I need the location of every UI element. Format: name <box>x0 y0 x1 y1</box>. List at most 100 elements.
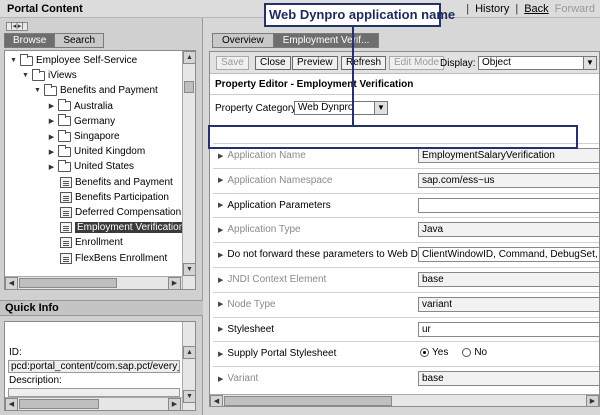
scroll-left-icon[interactable]: ◀ <box>5 277 18 289</box>
expand-right-icon[interactable]: ▶ <box>218 325 223 333</box>
tree-item[interactable]: ▶ Australia <box>47 99 113 114</box>
scroll-right-icon[interactable]: ▶ <box>168 277 181 289</box>
close-button[interactable]: Close <box>255 56 291 70</box>
radio-yes[interactable]: Yes <box>420 347 448 358</box>
id-field[interactable]: pcd:portal_content/com.sap.pct/every_use <box>8 360 180 373</box>
property-value-field[interactable]: EmploymentSalaryVerification <box>418 148 599 163</box>
expand-down-icon[interactable]: ▼ <box>33 86 42 95</box>
scroll-down-icon[interactable]: ▼ <box>183 390 196 403</box>
expand-right-icon[interactable]: ▶ <box>218 176 223 184</box>
chevron-down-icon[interactable]: ▼ <box>374 102 387 114</box>
property-name[interactable]: ▶ Stylesheet <box>218 324 274 335</box>
tree-item[interactable]: ▶ Singapore <box>47 129 120 144</box>
expand-right-icon[interactable]: ▶ <box>218 251 223 259</box>
radio-button-icon[interactable] <box>420 348 429 358</box>
tree-item[interactable]: ▶ United Kingdom <box>47 144 145 159</box>
tree-vertical-scrollbar[interactable]: ▲ ▼ <box>182 51 195 289</box>
save-button[interactable]: Save <box>216 56 249 70</box>
iview-icon <box>60 222 72 234</box>
panel-nav-control[interactable]: |◂|▸| <box>6 22 28 31</box>
scroll-up-icon[interactable]: ▲ <box>183 51 195 64</box>
property-name[interactable]: ▶ Do not forward these parameters to Web … <box>218 249 443 260</box>
back-link[interactable]: Back <box>524 3 548 15</box>
editor-title: Property Editor - Employment Verificatio… <box>215 79 414 90</box>
scroll-up-icon[interactable]: ▲ <box>183 346 196 359</box>
history-link[interactable]: History <box>475 3 509 15</box>
tree-item[interactable]: Benefits and Payment <box>47 175 173 190</box>
tree-item[interactable]: ▶ United States <box>47 159 134 174</box>
property-row: ▶ JNDI Context Element base <box>213 267 599 291</box>
expand-right-icon[interactable]: ▶ <box>218 350 223 358</box>
expand-right-icon[interactable]: ▶ <box>218 226 223 234</box>
tree-item[interactable]: ▼ Benefits and Payment <box>33 83 158 98</box>
scroll-down-icon[interactable]: ▼ <box>183 263 195 276</box>
refresh-button[interactable]: Refresh <box>341 56 387 70</box>
chevron-down-icon[interactable]: ▼ <box>583 57 596 69</box>
property-value-field[interactable]: ClientWindowID, Command, DebugSet, Dynam… <box>418 247 599 263</box>
quickinfo-vertical-scrollbar[interactable]: ▲ ▼ <box>182 322 196 410</box>
property-value-field[interactable]: base <box>418 371 599 387</box>
scroll-right-icon[interactable]: ▶ <box>168 398 181 411</box>
radio-button-icon[interactable] <box>462 348 472 358</box>
folder-icon <box>58 129 71 142</box>
edit-mode-button[interactable]: Edit Mode <box>389 56 445 70</box>
property-name[interactable]: ▶ JNDI Context Element <box>218 274 326 285</box>
property-value-field[interactable]: ur <box>418 321 599 337</box>
scroll-left-icon[interactable]: ◀ <box>210 395 223 406</box>
expand-right-icon[interactable]: ▶ <box>218 375 223 383</box>
expand-down-icon[interactable]: ▼ <box>21 71 30 80</box>
expand-down-icon[interactable]: ▼ <box>9 56 18 65</box>
tab-search[interactable]: Search <box>54 33 105 48</box>
tree-item[interactable]: Deferred Compensation <box>47 205 181 220</box>
folder-icon <box>58 144 71 157</box>
annotation-highlight-box <box>208 125 578 149</box>
tree-item[interactable]: ▶ Germany <box>47 114 115 129</box>
expand-right-icon[interactable]: ▶ <box>47 147 56 156</box>
property-value-field[interactable]: base <box>418 272 599 287</box>
tree-horizontal-scrollbar[interactable]: ◀ ▶ <box>5 276 182 289</box>
expand-right-icon[interactable]: ▶ <box>218 201 223 209</box>
expand-right-icon[interactable]: ▶ <box>218 276 223 284</box>
tab-browse[interactable]: Browse <box>4 33 56 48</box>
scroll-left-icon[interactable]: ◀ <box>5 398 18 411</box>
expand-right-icon[interactable]: ▶ <box>47 102 56 111</box>
expand-right-icon[interactable]: ▶ <box>47 132 56 141</box>
radio-no[interactable]: No <box>462 347 487 358</box>
property-name[interactable]: ▶ Application Name <box>218 150 306 161</box>
property-category-select[interactable]: Web Dynpro ▼ <box>294 101 388 115</box>
expand-right-icon[interactable]: ▶ <box>47 117 56 126</box>
tree-hscroll-thumb[interactable] <box>19 278 117 288</box>
editor-horizontal-scrollbar[interactable]: ◀ ▶ <box>210 394 599 406</box>
property-value-field[interactable]: Java <box>418 222 599 238</box>
quickinfo-horizontal-scrollbar[interactable]: ◀ ▶ <box>5 397 182 411</box>
display-select[interactable]: Object ▼ <box>478 56 597 70</box>
tab-employment-verification[interactable]: Employment Verif... <box>272 33 380 48</box>
expand-right-icon[interactable]: ▶ <box>218 152 223 160</box>
divider <box>210 94 599 95</box>
property-name[interactable]: ▶ Supply Portal Stylesheet <box>218 348 336 359</box>
tree-item[interactable]: ▼ Employee Self-Service <box>9 53 137 68</box>
tree-item[interactable]: Employment Verification <box>47 220 187 235</box>
tree-item[interactable]: Enrollment <box>47 235 123 250</box>
tree-item[interactable]: Benefits Participation <box>47 190 169 205</box>
property-value-field[interactable] <box>418 197 599 213</box>
expand-right-icon[interactable]: ▶ <box>218 300 223 308</box>
property-value-field[interactable]: variant <box>418 296 599 312</box>
tree-item[interactable]: ▼ iViews <box>21 68 77 83</box>
scroll-right-icon[interactable]: ▶ <box>586 395 599 406</box>
property-name[interactable]: ▶ Application Parameters <box>218 200 331 211</box>
expand-right-icon[interactable]: ▶ <box>47 162 56 171</box>
tree-vscroll-thumb[interactable] <box>184 81 194 93</box>
preview-button[interactable]: Preview <box>292 56 338 70</box>
property-name[interactable]: ▶ Node Type <box>218 299 276 310</box>
property-name[interactable]: ▶ Application Namespace <box>218 175 332 186</box>
property-name-text: Stylesheet <box>227 323 275 335</box>
quickinfo-hscroll-thumb[interactable] <box>19 399 99 409</box>
tree-item[interactable]: FlexBens Enrollment <box>47 251 167 266</box>
description-field[interactable] <box>8 388 180 397</box>
editor-hscroll-thumb[interactable] <box>224 396 392 406</box>
tab-overview[interactable]: Overview <box>212 33 274 48</box>
property-name[interactable]: ▶ Variant <box>218 373 258 384</box>
property-name[interactable]: ▶ Application Type <box>218 224 301 235</box>
property-value-field[interactable]: sap.com/ess~us <box>418 172 599 188</box>
